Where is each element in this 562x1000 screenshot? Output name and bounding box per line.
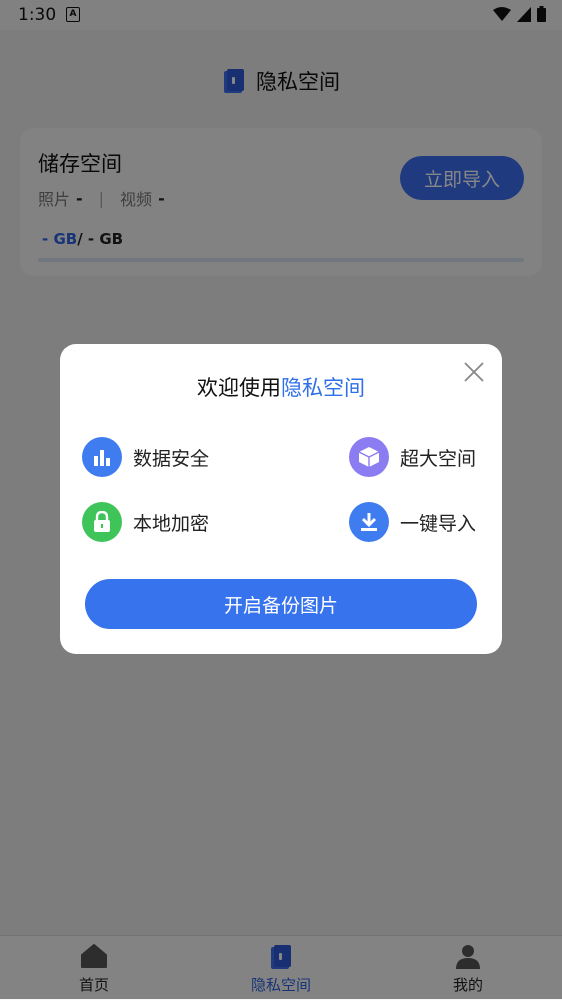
feature-label: 本地加密	[133, 512, 210, 535]
feature-local-encryption: 本地加密	[82, 502, 209, 542]
lock-icon	[82, 502, 122, 542]
start-backup-button[interactable]: 开启备份图片	[85, 579, 477, 629]
feature-large-space: 超大空间	[349, 437, 476, 477]
feature-label: 超大空间	[400, 447, 477, 470]
feature-label: 数据安全	[133, 447, 210, 470]
bar-chart-icon	[82, 437, 122, 477]
cube-icon	[349, 437, 389, 477]
dialog-title-prefix: 欢迎使用	[197, 376, 281, 400]
feature-one-click-import: 一键导入	[349, 502, 476, 542]
welcome-dialog: 欢迎使用隐私空间 数据安全 超大空间 本地加密 一键导入 开启备份图片	[60, 344, 502, 654]
download-icon	[349, 502, 389, 542]
feature-label: 一键导入	[400, 512, 477, 535]
close-icon[interactable]	[462, 360, 486, 384]
feature-data-security: 数据安全	[82, 437, 209, 477]
dialog-title: 欢迎使用隐私空间	[60, 372, 502, 402]
dialog-title-highlight: 隐私空间	[281, 376, 365, 400]
